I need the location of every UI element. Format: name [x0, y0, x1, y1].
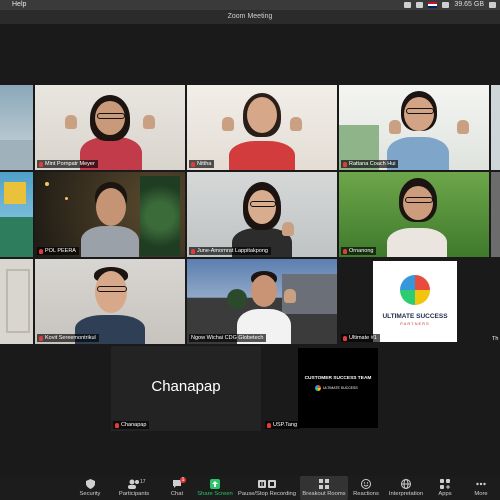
thumbs-up-icon [282, 222, 294, 236]
video-tile-partial-left[interactable] [0, 85, 33, 170]
macos-menubar: Help 39.65 GB [0, 0, 500, 10]
more-dots-icon [476, 482, 486, 486]
thumbs-up-icon [222, 117, 234, 131]
security-button[interactable]: Security [78, 476, 102, 500]
participant-name-label: June-Amornrat Lappitakpong [189, 247, 271, 255]
participants-button[interactable]: 17 Participants [116, 476, 152, 500]
thumbs-up-icon [290, 117, 302, 131]
video-tile-partial-left[interactable] [0, 259, 33, 344]
share-screen-icon [210, 479, 220, 489]
chat-unread-badge: 1 [180, 477, 186, 483]
interpretation-button[interactable]: Interpretation [386, 476, 426, 500]
video-tile-partial-left[interactable] [0, 172, 33, 257]
menu-help[interactable]: Help [12, 0, 26, 10]
thumbs-up-icon [143, 115, 155, 129]
participant-name-label: Ngow Wichai CDG Globetech [189, 334, 267, 342]
mic-muted-icon [343, 161, 347, 167]
usp-small-logo-text: ULTIMATE SUCCESS [323, 386, 358, 390]
participant-display-name: Chanapap [151, 378, 221, 395]
storage-readout: 39.65 GB [454, 1, 484, 8]
mic-muted-icon [191, 161, 195, 167]
video-tile-partial-right[interactable]: Th [491, 259, 500, 344]
participants-count: 17 [140, 479, 146, 485]
video-tile-ngow-wichai[interactable]: Ngow Wichai CDG Globetech [187, 259, 337, 344]
pause-stop-recording-button[interactable]: Pause/Stop Recording [238, 476, 296, 500]
mic-muted-icon [39, 161, 43, 167]
participant-name-label: USP.Tang [265, 421, 301, 429]
participant-name-label: Chanapap [113, 421, 150, 429]
ultimate-logo-card: ULTIMATE SUCCESS PARTNERS [373, 261, 457, 342]
disk-icon[interactable] [442, 2, 450, 8]
thumbs-up-icon [65, 115, 77, 129]
share-screen-button[interactable]: Share Screen [196, 476, 234, 500]
window-title: Zoom Meeting [227, 13, 273, 20]
mic-muted-icon [267, 422, 271, 428]
participant-name-label: POL PEERA [37, 247, 79, 255]
pause-stop-icon [258, 480, 276, 488]
ultimate-logo-subtext: PARTNERS [400, 321, 430, 326]
video-status-icon[interactable] [416, 2, 424, 8]
window-titlebar: Zoom Meeting [0, 10, 500, 24]
mic-muted-icon [191, 248, 195, 254]
thumbs-up-icon [389, 120, 401, 134]
ultimate-globe-logo [400, 275, 430, 305]
video-tile-partial-right[interactable] [491, 172, 500, 257]
meeting-toolbar: Security 17 Participants 1 Chat Share Sc… [0, 476, 500, 500]
shield-icon [85, 479, 95, 489]
uk-flag-icon[interactable] [428, 2, 438, 8]
video-tile-mint[interactable]: Mint Pornpatr Meyer [35, 85, 185, 170]
globe-icon [401, 479, 411, 489]
smiley-plus-icon [361, 479, 371, 489]
status-tray: 39.65 GB [404, 0, 496, 10]
thumbs-up-icon [284, 289, 296, 303]
video-tile-ornanong[interactable]: Ornanong [339, 172, 489, 257]
usp-logo-title: CUSTOMER SUCCESS TEAM [304, 376, 372, 381]
gallery-view: Mint Pornpatr Meyer Nittha Rattana Coach… [0, 24, 500, 476]
participant-name-label: Rattana Coach Hui [341, 160, 399, 168]
mic-muted-icon [343, 248, 347, 254]
more-button[interactable]: More [470, 476, 492, 500]
video-tile-pol-peera[interactable]: POL PEERA [35, 172, 185, 257]
participant-name-label: Kovit Sereemontrikul [37, 334, 99, 342]
breakout-rooms-icon [319, 479, 329, 489]
mic-muted-icon [115, 422, 119, 428]
thumbs-up-icon [457, 120, 469, 134]
participants-icon [128, 479, 139, 489]
battery-icon[interactable] [489, 2, 496, 8]
video-tile-nittha[interactable]: Nittha [187, 85, 337, 170]
breakout-rooms-button[interactable]: Breakout Rooms [300, 476, 348, 500]
reactions-button[interactable]: Reactions [352, 476, 380, 500]
mic-muted-icon [343, 335, 347, 341]
mic-muted-icon [39, 335, 43, 341]
video-tile-june[interactable]: June-Amornrat Lappitakpong [187, 172, 337, 257]
mic-muted-icon [39, 248, 43, 254]
participant-name-label: Nittha [189, 160, 215, 168]
camera-status-icon[interactable] [404, 2, 412, 8]
usp-small-globe-logo [315, 385, 321, 391]
video-tile-usp-tang[interactable]: CUSTOMER SUCCESS TEAM ULTIMATE SUCCESS U… [263, 346, 413, 431]
video-tile-chanapap[interactable]: Chanapap Chanapap [111, 346, 261, 431]
usp-logo-card: CUSTOMER SUCCESS TEAM ULTIMATE SUCCESS [298, 348, 378, 428]
participant-name-label: Ultimate #1 [341, 334, 380, 342]
video-tile-partial-right[interactable] [491, 85, 500, 170]
apps-icon [440, 479, 450, 489]
ultimate-logo-text: ULTIMATE SUCCESS [382, 313, 448, 320]
apps-button[interactable]: Apps [434, 476, 456, 500]
participant-name-label: Mint Pornpatr Meyer [37, 160, 98, 168]
video-tile-rattana[interactable]: Rattana Coach Hui [339, 85, 489, 170]
chat-button[interactable]: 1 Chat [166, 476, 188, 500]
partial-name-label: Th [492, 336, 499, 342]
video-tile-kovit[interactable]: Kovit Sereemontrikul [35, 259, 185, 344]
video-tile-ultimate-1[interactable]: ULTIMATE SUCCESS PARTNERS Ultimate #1 [339, 259, 489, 344]
participant-name-label: Ornanong [341, 247, 377, 255]
